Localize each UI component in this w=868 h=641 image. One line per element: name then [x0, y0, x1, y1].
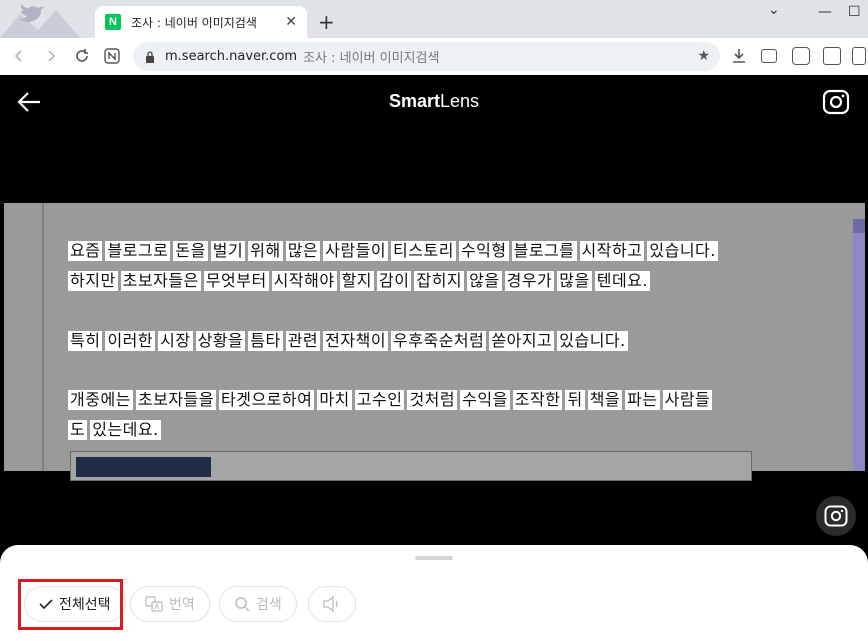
download-icon[interactable]	[730, 47, 748, 65]
recognized-word[interactable]: 티스토리	[391, 241, 456, 261]
recognized-word[interactable]: 무엇부터	[203, 271, 269, 291]
recognized-word[interactable]: 관련	[285, 331, 321, 351]
browser-tab-bar: N 조사 : 네이버 이미지검색 ✕ + ⌄ — ☐	[0, 0, 868, 38]
browser-nav-bar: m.search.naver.com 조사 : 네이버 이미지검색 ★	[0, 38, 868, 75]
back-icon[interactable]	[8, 45, 30, 67]
recognized-word[interactable]: 파는	[625, 390, 660, 410]
smartlens-view: SmartLens 요즘 블로그로 돈을 벌기 위해 많은 사람들이 티스토리 수익형 블로그를 시…	[0, 75, 868, 641]
translate-button[interactable]: 번역	[130, 586, 210, 622]
recognized-word[interactable]: 뒤	[565, 390, 585, 410]
camera-button[interactable]	[816, 496, 856, 536]
text-line-3: 특히 이러한 시장 상황을 틈타 관련 전자책이 우후죽순처럼 쏟아지고 있습니다.	[68, 331, 628, 351]
bottom-sheet: 전체선택 번역 검색	[0, 545, 868, 641]
recognized-word[interactable]: 요즘	[68, 241, 103, 261]
embedded-image	[76, 457, 211, 477]
address-page-title: 조사 : 네이버 이미지검색	[303, 51, 440, 66]
recognized-word[interactable]: 위해	[248, 241, 283, 261]
tab-close-icon[interactable]: ✕	[285, 14, 297, 30]
recognized-word[interactable]: 마치	[317, 390, 352, 410]
search-button[interactable]: 검색	[219, 586, 297, 622]
address-url: m.search.naver.com	[165, 49, 298, 64]
recognized-word[interactable]: 초보자들은	[120, 271, 201, 291]
camera-icon	[824, 505, 848, 527]
recognized-word[interactable]: 조작한	[512, 390, 563, 410]
recognized-word[interactable]: 않을	[467, 271, 502, 291]
recognized-word[interactable]: 쏟아지고	[489, 331, 555, 351]
naver-home-icon[interactable]	[101, 45, 123, 67]
read-aloud-button[interactable]	[308, 586, 356, 622]
recognized-word[interactable]: 수익을	[460, 390, 510, 410]
lock-icon	[146, 50, 154, 63]
photo-scrollbar	[853, 219, 865, 471]
translate-icon	[145, 596, 163, 612]
recognized-word[interactable]: 많을	[557, 271, 592, 291]
smartlens-logo: SmartLens	[388, 91, 480, 111]
reload-icon[interactable]	[71, 45, 93, 67]
recognized-word[interactable]: 할지	[339, 271, 375, 291]
recognized-word[interactable]: 고수인	[354, 390, 405, 410]
bookmark-star-icon[interactable]: ★	[697, 48, 710, 64]
recognized-word[interactable]: 이러한	[105, 331, 156, 351]
minimize-icon[interactable]: —	[818, 4, 832, 20]
text-line-5: 도 있는데요.	[68, 420, 161, 440]
tab-title: 조사 : 네이버 이미지검색	[131, 15, 257, 30]
speaker-icon	[322, 596, 342, 612]
recognized-word[interactable]: 있습니다.	[557, 331, 628, 351]
recognized-word[interactable]: 사람들	[662, 390, 713, 410]
sheet-drag-handle[interactable]	[415, 556, 453, 560]
search-icon	[234, 596, 250, 612]
recognized-word[interactable]: 돈을	[173, 241, 208, 261]
address-bar[interactable]: m.search.naver.com 조사 : 네이버 이미지검색 ★	[133, 42, 720, 71]
recognized-word[interactable]: 있습니다.	[647, 241, 718, 261]
recognized-word[interactable]: 시장	[158, 331, 193, 351]
text-line-4: 개중에는 초보자들을 타겟으로하여 마치 고수인 것처럼 수익을 조작한 뒤 책을 파는 사람들	[68, 390, 713, 410]
recognized-word[interactable]: 시작하고	[579, 241, 645, 261]
recognized-word[interactable]: 우후죽순처럼	[391, 331, 487, 351]
sidebar-icon[interactable]	[852, 47, 866, 65]
video-icon[interactable]	[761, 49, 777, 63]
tab-bar-decoration-icon	[0, 4, 80, 38]
recognized-word[interactable]: 개중에는	[68, 390, 133, 410]
recognized-word[interactable]: 책을	[587, 390, 623, 410]
recognized-word[interactable]: 블로그를	[511, 241, 577, 261]
recognized-word[interactable]: 틈타	[248, 331, 283, 351]
split-view-icon[interactable]	[823, 47, 841, 65]
text-line-1: 요즘 블로그로 돈을 벌기 위해 많은 사람들이 티스토리 수익형 블로그를 시작하고 있습니다.	[68, 241, 718, 261]
recognized-word[interactable]: 도	[68, 420, 88, 440]
recognized-word[interactable]: 벌기	[210, 241, 246, 261]
recognized-word[interactable]: 초보자들을	[135, 390, 216, 410]
recognized-word[interactable]: 하지만	[68, 271, 118, 291]
recognized-word[interactable]: 감이	[377, 271, 412, 291]
recognized-word[interactable]: 시작해야	[271, 271, 337, 291]
chevron-down-icon[interactable]: ⌄	[768, 2, 780, 18]
recognized-word[interactable]: 많은	[285, 241, 321, 261]
naver-favicon-icon: N	[105, 14, 121, 30]
recognized-word[interactable]: 수익형	[458, 241, 509, 261]
recognized-word[interactable]: 전자책이	[323, 331, 389, 351]
captured-photo: 요즘 블로그로 돈을 벌기 위해 많은 사람들이 티스토리 수익형 블로그를 시작하고 있습니다. 하…	[4, 203, 865, 481]
new-tab-icon[interactable]: +	[318, 10, 335, 34]
recognized-word[interactable]: 있는데요.	[90, 420, 161, 440]
select-all-highlight	[18, 579, 123, 630]
forward-icon[interactable]	[40, 45, 62, 67]
text-line-2: 하지만 초보자들은 무엇부터 시작해야 할지 감이 잡히지 않을 경우가 많을 텐데요.	[68, 271, 650, 291]
recognized-word[interactable]: 것처럼	[407, 390, 458, 410]
translate-label: 번역	[169, 597, 195, 613]
browser-tab[interactable]: N 조사 : 네이버 이미지검색 ✕	[95, 6, 307, 38]
recognized-word[interactable]: 상황을	[195, 331, 246, 351]
recognized-word[interactable]: 텐데요.	[594, 271, 650, 291]
camera-icon[interactable]	[822, 89, 850, 115]
recognized-word[interactable]: 블로그로	[105, 241, 171, 261]
search-label: 검색	[256, 597, 282, 613]
recognized-word[interactable]: 잡히지	[414, 271, 465, 291]
capture-icon[interactable]	[792, 47, 810, 65]
recognized-word[interactable]: 경우가	[504, 271, 555, 291]
recognized-word[interactable]: 타겟으로하여	[219, 390, 315, 410]
recognized-word[interactable]: 특히	[68, 331, 103, 351]
maximize-icon[interactable]: ☐	[848, 4, 861, 20]
recognized-word[interactable]: 사람들이	[323, 241, 389, 261]
